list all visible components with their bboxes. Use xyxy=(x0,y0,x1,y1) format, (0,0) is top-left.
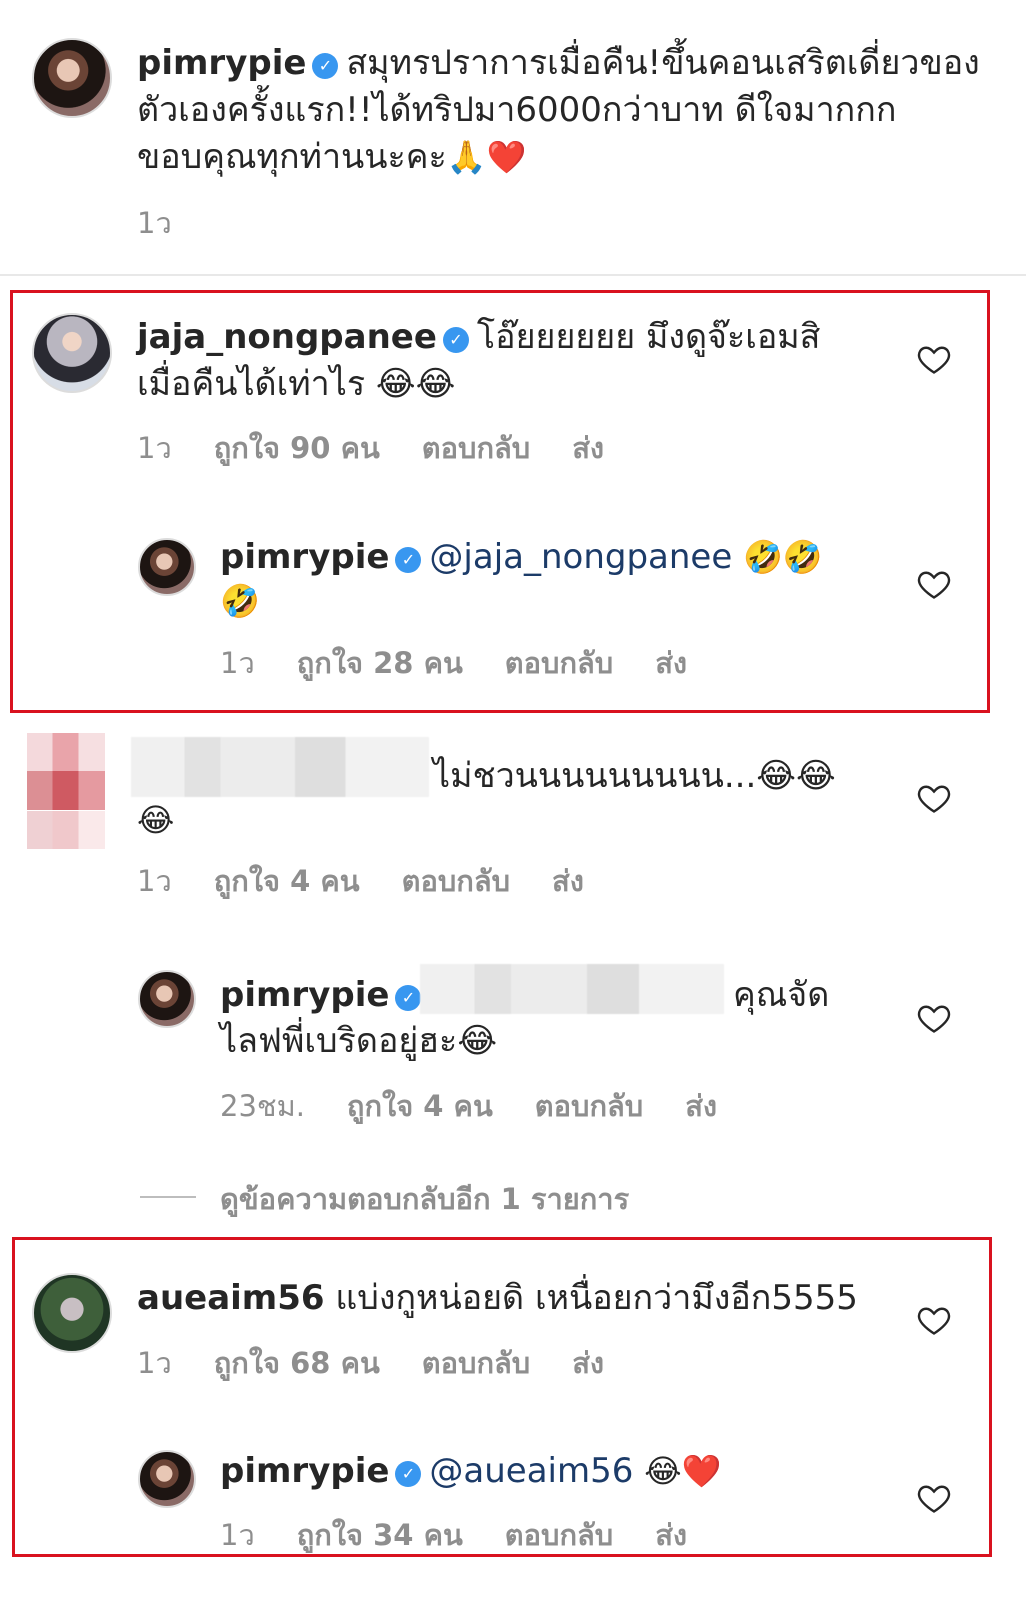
reply-button[interactable]: ตอบกลับ xyxy=(535,1089,643,1123)
comment-text-line2: เมื่อคืนได้เท่าไร 😂😂 xyxy=(137,364,456,404)
reply-meta: 23ชม. ถูกใจ 4 คน ตอบกลับ ส่ง xyxy=(220,1083,759,1129)
comment-likes[interactable]: ถูกใจ 90 คน xyxy=(214,431,380,465)
reply-button[interactable]: ตอบกลับ xyxy=(505,646,613,680)
reply-meta: 1ว ถูกใจ 34 คน ตอบกลับ ส่ง xyxy=(220,1512,729,1558)
comment-username[interactable]: jaja_nongpanee xyxy=(137,317,437,357)
reply-time: 23ชม. xyxy=(220,1089,305,1123)
mention-link[interactable]: @jaja_nongpanee xyxy=(429,537,732,577)
comment-text-line1: jaja_nongpanee ✓ โอ๊ยยยยยย มึงดูจ๊ะเอมสิ xyxy=(137,314,820,360)
send-button[interactable]: ส่ง xyxy=(655,646,687,680)
comment-meta: 1ว ถูกใจ 90 คน ตอบกลับ ส่ง xyxy=(137,425,646,471)
pray-emoji: 🙏 xyxy=(446,138,487,176)
reply-meta: 1ว ถูกใจ 28 คน ตอบกลับ ส่ง xyxy=(220,640,729,686)
post-author-avatar[interactable] xyxy=(32,38,112,118)
reply-button[interactable]: ตอบกลับ xyxy=(422,431,530,465)
post-caption-text-3: ขอบคุณทุกท่านนะคะ xyxy=(137,137,447,177)
send-button[interactable]: ส่ง xyxy=(572,431,604,465)
heart-outline-icon[interactable] xyxy=(916,1302,952,1338)
view-more-line xyxy=(140,1196,196,1198)
verified-badge-icon: ✓ xyxy=(442,327,469,353)
comment-text-line1: aueaim56 แบ่งกูหน่อยดิ เหนื่อยกว่ามึงอีก… xyxy=(137,1275,858,1321)
comment-meta: 1ว ถูกใจ 4 คน ตอบกลับ ส่ง xyxy=(137,858,626,904)
reply-time: 1ว xyxy=(220,646,255,680)
heart-outline-icon[interactable] xyxy=(916,1480,952,1516)
comment-avatar[interactable] xyxy=(32,1273,112,1353)
send-button[interactable]: ส่ง xyxy=(572,1346,604,1380)
reply-username[interactable]: pimrypie xyxy=(220,975,389,1015)
verified-badge-icon: ✓ xyxy=(312,53,339,79)
reply-text-end: คุณจัด xyxy=(733,975,830,1015)
reply-text-line1: pimrypie ✓ xyxy=(220,972,429,1018)
post-author-username[interactable]: pimrypie xyxy=(137,43,306,83)
reply-likes[interactable]: ถูกใจ 4 คน xyxy=(347,1089,493,1123)
comment-meta: 1ว ถูกใจ 68 คน ตอบกลับ ส่ง xyxy=(137,1340,646,1386)
send-button[interactable]: ส่ง xyxy=(685,1089,717,1123)
reply-button[interactable]: ตอบกลับ xyxy=(505,1518,613,1552)
view-more-replies[interactable]: ดูข้อความตอบกลับอีก 1 รายการ xyxy=(220,1176,671,1222)
comment-time: 1ว xyxy=(137,431,172,465)
reply-text-line2: ไลฟพี่เบริดอยู่ฮะ😂 xyxy=(220,1021,498,1061)
reply-username[interactable]: pimrypie xyxy=(220,1451,389,1491)
post-time: 1ว xyxy=(137,206,172,240)
comment-likes[interactable]: ถูกใจ 68 คน xyxy=(214,1346,380,1380)
comment-time: 1ว xyxy=(137,864,172,898)
post-caption-line2: ตัวเองครั้งแรก!!ได้ทริปมา6000กว่าบาท ดีใ… xyxy=(137,90,897,130)
post-caption-text: สมุทรปราการเมื่อคืน!ขึ้นคอนเสริตเดี่ยวขอ… xyxy=(346,43,980,83)
rofl-emoji: 🤣🤣 xyxy=(743,538,823,576)
reply-time: 1ว xyxy=(220,1518,255,1552)
blurred-mention xyxy=(420,964,724,1014)
send-button[interactable]: ส่ง xyxy=(552,864,584,898)
heart-outline-icon[interactable] xyxy=(916,566,952,602)
comment-avatar[interactable] xyxy=(32,313,112,393)
heart-outline-icon[interactable] xyxy=(916,780,952,816)
reply-text-line1: pimrypie ✓ @aueaim56 😂❤️ xyxy=(220,1448,721,1494)
verified-badge-icon: ✓ xyxy=(395,547,422,573)
comment-text-line2: 😂 xyxy=(137,797,174,843)
reply-avatar[interactable] xyxy=(138,1450,196,1508)
comment-time: 1ว xyxy=(137,1346,172,1380)
verified-badge-icon: ✓ xyxy=(395,985,422,1011)
reply-likes[interactable]: ถูกใจ 28 คน xyxy=(297,646,463,680)
blurred-avatar[interactable] xyxy=(27,733,105,849)
blurred-username xyxy=(131,737,429,797)
heart-outline-icon[interactable] xyxy=(916,1000,952,1036)
reply-text-line2: 🤣 xyxy=(220,578,260,624)
laugh-heart-emoji: 😂❤️ xyxy=(644,1452,722,1490)
send-button[interactable]: ส่ง xyxy=(655,1518,687,1552)
comment-text: โอ๊ยยยยยย มึงดูจ๊ะเอมสิ xyxy=(476,317,821,357)
reply-button[interactable]: ตอบกลับ xyxy=(402,864,510,898)
reply-avatar[interactable] xyxy=(138,970,196,1028)
verified-badge-icon: ✓ xyxy=(395,1461,422,1487)
laugh-emoji: 😂 xyxy=(137,801,175,839)
reply-username[interactable]: pimrypie xyxy=(220,537,389,577)
comment-text: แบ่งกูหน่อยดิ เหนื่อยกว่ามึงอีก5555 xyxy=(335,1278,858,1318)
rofl-emoji: 🤣 xyxy=(220,582,260,620)
caption-divider xyxy=(0,274,1026,276)
comment-likes[interactable]: ถูกใจ 4 คน xyxy=(214,864,360,898)
mention-link[interactable]: @aueaim56 xyxy=(429,1451,633,1491)
comment-text-line1: ไม่ชวนนนนนนนนน...😂😂 xyxy=(433,756,836,796)
reply-button[interactable]: ตอบกลับ xyxy=(422,1346,530,1380)
heart-outline-icon[interactable] xyxy=(916,341,952,377)
reply-likes[interactable]: ถูกใจ 34 คน xyxy=(297,1518,463,1552)
view-more-label[interactable]: ดูข้อความตอบกลับอีก 1 รายการ xyxy=(220,1182,629,1216)
post-caption-line1: pimrypie ✓ สมุทรปราการเมื่อคืน!ขึ้นคอนเสริ… xyxy=(137,40,980,86)
heart-emoji: ❤️ xyxy=(486,138,527,176)
post-caption-line3: ขอบคุณทุกท่านนะคะ🙏❤️ xyxy=(137,134,526,180)
post-timestamp: 1ว xyxy=(137,200,214,246)
comment-username[interactable]: aueaim56 xyxy=(137,1278,325,1318)
reply-text-line1: pimrypie ✓ @jaja_nongpanee 🤣🤣 xyxy=(220,534,823,580)
reply-avatar[interactable] xyxy=(138,538,196,596)
